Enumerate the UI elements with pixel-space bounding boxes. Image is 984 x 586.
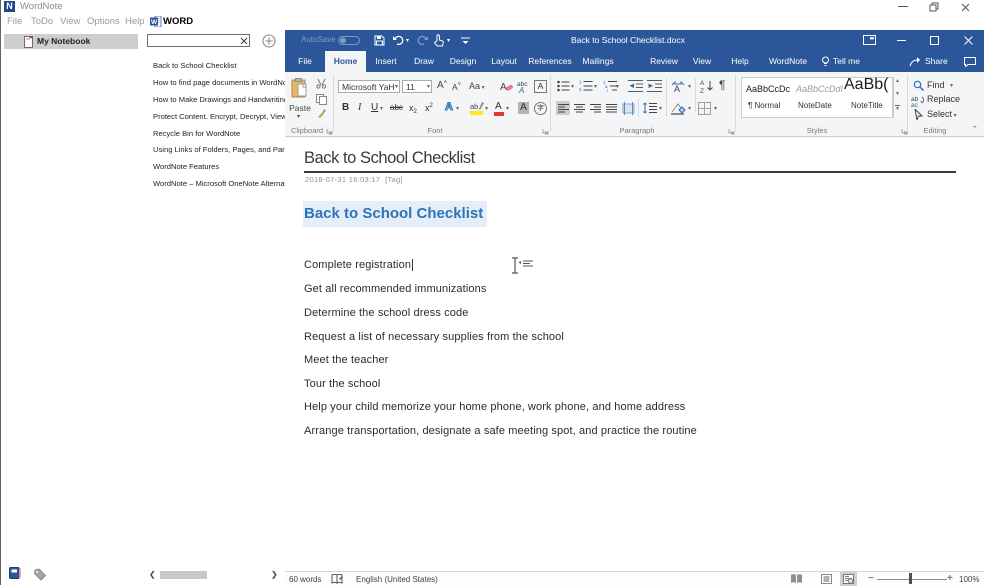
svg-text:A: A	[500, 82, 507, 93]
svg-text:ac: ac	[911, 102, 919, 107]
svg-text:A: A	[674, 84, 680, 92]
svg-text:Z: Z	[700, 88, 704, 93]
svg-text:2: 2	[579, 87, 582, 92]
svg-text:1: 1	[579, 80, 582, 85]
svg-text:W: W	[151, 19, 158, 26]
svg-text:A: A	[518, 86, 524, 93]
svg-text:ab: ab	[470, 102, 478, 111]
svg-text:A: A	[700, 80, 705, 87]
svg-text:i: i	[607, 88, 608, 92]
